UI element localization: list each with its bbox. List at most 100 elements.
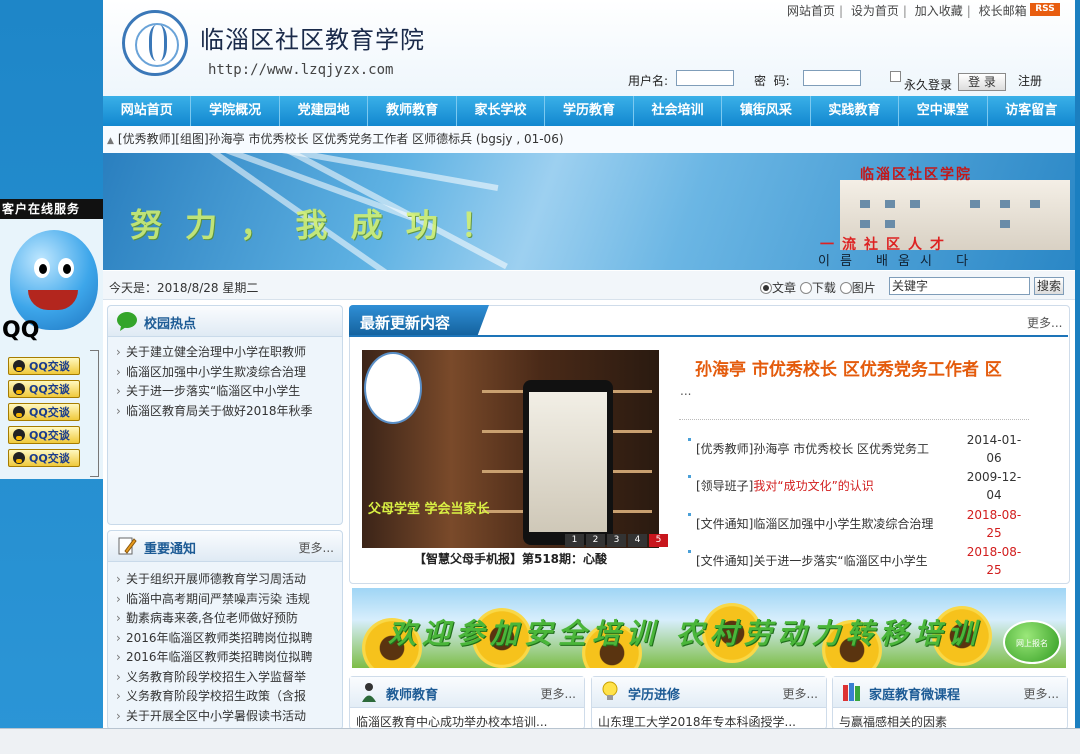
list-item[interactable]: 临淄中高考期间严禁噪声污染 违规 — [116, 590, 342, 610]
nav-social-training[interactable]: 社会培训 — [634, 96, 723, 126]
qq-penguin-icon — [13, 406, 25, 418]
qq-chat-button-4[interactable]: QQ交谈 — [8, 426, 80, 444]
degree-study-more-link[interactable]: 更多... — [783, 685, 818, 702]
news-date: 2014-01-06 — [966, 433, 1022, 465]
ticker-link[interactable]: [优秀教师][组图]孙海亭 市优秀校长 区优秀党务工作者 区师德标兵 (bgsj… — [118, 132, 564, 146]
triangle-up-icon: ▲ — [107, 136, 114, 146]
today-date: 今天是：2018/8/28 星期二 — [109, 281, 259, 295]
username-input[interactable] — [676, 70, 734, 86]
customer-service-title: 客户在线服务 — [0, 199, 103, 219]
username-label: 用户名: — [628, 74, 669, 88]
list-item[interactable]: 义务教育阶段学校招生入学监督举 — [116, 668, 342, 688]
latest-divider — [679, 419, 1029, 420]
slide-dot[interactable]: 1 — [565, 534, 584, 547]
speech-bubble-icon — [117, 312, 137, 331]
news-row[interactable]: [文件通知]临淄区加强中小学生欺凌综合治理 2018-08-25 — [688, 506, 1058, 542]
nav-guestbook[interactable]: 访客留言 — [988, 96, 1075, 126]
nav-party[interactable]: 党建园地 — [280, 96, 369, 126]
slide-dot-active[interactable]: 5 — [649, 534, 668, 547]
news-date: 2009-12-04 — [966, 470, 1022, 502]
family-education-more-link[interactable]: 更多... — [1024, 685, 1059, 702]
campus-hot-header: 校园热点 — [108, 306, 342, 337]
list-item[interactable]: 临淄区加强中小学生欺凌综合治理 — [116, 363, 342, 383]
news-row[interactable]: [优秀教师]孙海亭 市优秀校长 区优秀党务工 2014-01-06 — [688, 431, 1058, 467]
service-frame — [90, 350, 99, 477]
link-principal-mail[interactable]: 校长邮箱 — [979, 4, 1027, 18]
nav-towns[interactable]: 镇街风采 — [722, 96, 811, 126]
books-icon — [843, 683, 860, 701]
qq-penguin-icon — [13, 452, 25, 464]
site-url: http://www.lzqjyzx.com — [208, 62, 394, 78]
remember-label: 永久登录 — [904, 78, 953, 92]
rss-button[interactable]: RSS — [1030, 3, 1060, 16]
list-item[interactable]: 关于组织开展师德教育学习周活动 — [116, 570, 342, 590]
list-item[interactable]: 义务教育阶段学校招生政策（含报 — [116, 687, 342, 707]
link-set-homepage[interactable]: 设为首页 — [851, 4, 899, 18]
feature-caption[interactable]: 【智慧父母手机报】第518期：心酸 — [362, 550, 659, 567]
qq-chat-button-5[interactable]: QQ交谈 — [8, 449, 80, 467]
link-home[interactable]: 网站首页 — [787, 4, 835, 18]
headline-link[interactable]: 孙海亭 市优秀校长 区优秀党务工作者 区 — [695, 355, 1002, 380]
nav-degree-education[interactable]: 学历教育 — [545, 96, 634, 126]
register-link[interactable]: 注册 — [1018, 72, 1042, 89]
family-education-panel: 家庭教育微课程 更多... 与赢福感相关的因素 — [832, 676, 1068, 730]
online-signup-button[interactable]: 网上报名 — [1003, 620, 1061, 664]
latest-more-link[interactable]: 更多... — [1027, 314, 1062, 331]
list-item[interactable]: 关于开展全区中小学暑假读书活动 — [116, 707, 342, 727]
building-sign: 临淄区社区学院 — [860, 167, 972, 183]
notices-more-link[interactable]: 更多... — [299, 539, 334, 556]
list-item[interactable]: 关于进一步落实“临淄区中小学生 — [116, 382, 342, 402]
feature-college-logo — [364, 352, 422, 424]
link-add-favorite[interactable]: 加入收藏 — [915, 4, 963, 18]
nav-air-classroom[interactable]: 空中课堂 — [899, 96, 988, 126]
news-row[interactable]: [领导班子]我对“成功文化”的认识 2009-12-04 — [688, 468, 1058, 504]
browser-status-bar — [0, 728, 1080, 754]
search-button[interactable]: 搜索 — [1034, 277, 1064, 295]
list-item[interactable]: 关于建立健全治理中小学在职教师 — [116, 343, 342, 363]
college-logo[interactable] — [122, 10, 188, 76]
campus-hot-title: 校园热点 — [144, 317, 197, 332]
news-ticker: ▲ [优秀教师][组图]孙海亭 市优秀校长 区优秀党务工作者 区师德标兵 (bgs… — [103, 126, 1075, 154]
remember-checkbox[interactable] — [890, 71, 901, 82]
nav-parent-school[interactable]: 家长学校 — [457, 96, 546, 126]
nav-overview[interactable]: 学院概况 — [191, 96, 280, 126]
notices-title: 重要通知 — [144, 542, 197, 557]
qq-chat-button-2[interactable]: QQ交谈 — [8, 380, 80, 398]
slide-pager: 1 2 3 4 5 — [563, 534, 668, 547]
teacher-education-more-link[interactable]: 更多... — [541, 685, 576, 702]
latest-underline — [349, 335, 1068, 337]
list-item[interactable]: 临淄区教育局关于做好2018年秋季 — [116, 402, 342, 422]
slide-dot[interactable]: 3 — [607, 534, 626, 547]
lightbulb-icon — [602, 681, 618, 700]
list-item[interactable]: 2016年临淄区教师类招聘岗位拟聘 — [116, 648, 342, 668]
login-button[interactable]: 登 录 — [958, 73, 1006, 91]
main-nav: 网站首页 学院概况 党建园地 教师教育 家长学校 学历教育 社会培训 镇街风采 … — [103, 96, 1075, 126]
radio-download[interactable] — [799, 281, 812, 294]
radio-image[interactable] — [839, 281, 852, 294]
bullet-icon — [688, 475, 691, 478]
qq-chat-button-1[interactable]: QQ交谈 — [8, 357, 80, 375]
news-row[interactable]: [文件通知]关于进一步落实“临淄区中小学生 2018-08-25 — [688, 543, 1058, 579]
nav-teacher-education[interactable]: 教师教育 — [368, 96, 457, 126]
qq-chat-button-3[interactable]: QQ交谈 — [8, 403, 80, 421]
list-item[interactable]: 2016年临淄区教师类招聘岗位拟聘 — [116, 629, 342, 649]
person-icon — [362, 683, 376, 702]
radio-article[interactable] — [760, 281, 772, 294]
top-links: 网站首页 | 设为首页 | 加入收藏 | 校长邮箱 — [787, 4, 1027, 18]
news-date: 2018-08-25 — [966, 508, 1022, 540]
search-type-group: 文章 下载 图片 — [760, 279, 876, 296]
notices-header: 重要通知 更多... — [108, 531, 342, 562]
search-input[interactable]: 关键字 — [889, 277, 1030, 295]
nav-home[interactable]: 网站首页 — [103, 96, 192, 126]
family-education-title: 家庭教育微课程 — [869, 688, 961, 703]
degree-study-panel: 学历进修 更多... 山东理工大学2018年专本科函授学... — [591, 676, 827, 730]
campus-hot-panel: 校园热点 关于建立健全治理中小学在职教师 临淄区加强中小学生欺凌综合治理 关于进… — [107, 305, 343, 525]
promo-text: 欢迎参加安全培训 农村劳动力转移培训 — [388, 617, 982, 650]
list-item[interactable]: 勤素病毒来袭,各位老师做好预防 — [116, 609, 342, 629]
password-input[interactable] — [803, 70, 861, 86]
nav-practice[interactable]: 实践教育 — [811, 96, 900, 126]
qq-penguin-icon — [13, 360, 25, 372]
slide-dot[interactable]: 4 — [628, 534, 647, 547]
slide-dot[interactable]: 2 — [586, 534, 605, 547]
qq-penguin-icon — [13, 429, 25, 441]
